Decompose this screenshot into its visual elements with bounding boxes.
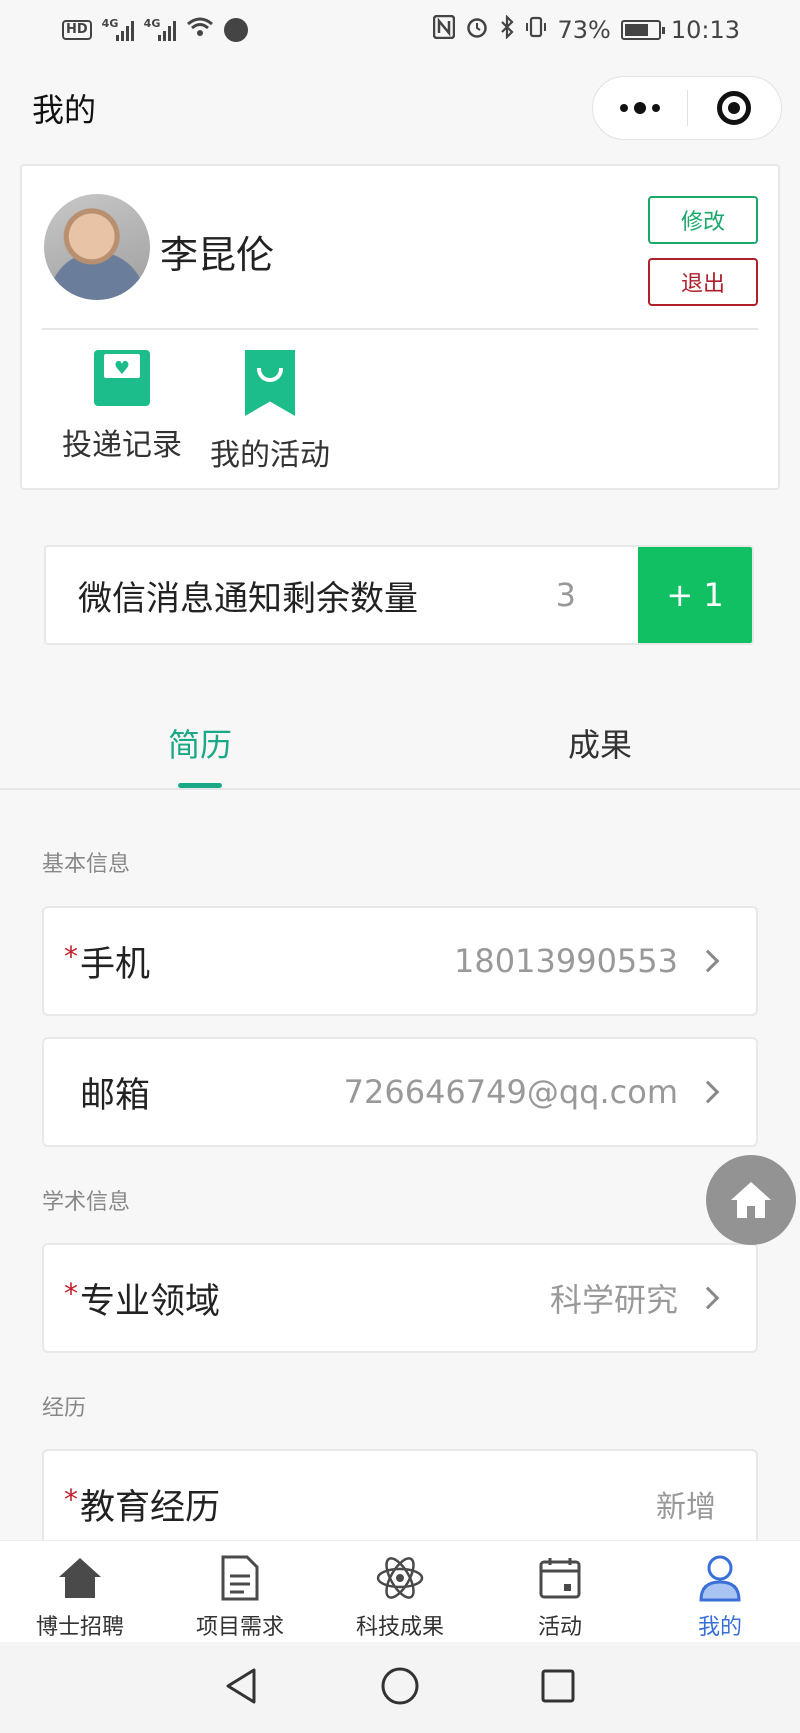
tabbar-label: 科技成果: [355, 1615, 444, 1640]
section-title-experience: 经历: [42, 1396, 87, 1421]
page-title: 我的: [32, 91, 97, 129]
shortcut-delivery-records[interactable]: ♥ 投递记录: [62, 350, 182, 464]
chevron-right-icon: [696, 949, 720, 973]
bluetooth-icon: [499, 14, 515, 45]
more-button[interactable]: [593, 77, 687, 139]
mail-heart-icon: ♥: [94, 350, 150, 406]
field-label: 手机: [80, 944, 151, 985]
wechat-notify-row: 微信消息通知剩余数量 3 + 1: [44, 545, 754, 645]
vibrate-icon: [525, 15, 547, 45]
bottom-tabbar: 博士招聘 项目需求 科技成果 活动 我的: [0, 1540, 800, 1642]
content-tabs: 简历 成果: [0, 690, 800, 790]
required-mark: *: [64, 1277, 78, 1310]
chevron-right-icon: [696, 1286, 720, 1310]
field-label: 邮箱: [80, 1075, 151, 1116]
home-circle-icon[interactable]: [380, 1666, 420, 1710]
signal-icon: 4G: [101, 17, 134, 41]
field-phone[interactable]: * 手机 18013990553: [42, 906, 758, 1016]
tabbar-label: 我的: [697, 1615, 742, 1640]
user-icon: [695, 1553, 745, 1603]
battery-icon: [620, 20, 665, 40]
tabbar-label: 项目需求: [195, 1615, 284, 1640]
logout-button[interactable]: 退出: [648, 258, 758, 306]
recents-icon[interactable]: [540, 1668, 576, 1708]
tabbar-item-mine[interactable]: 我的: [640, 1541, 800, 1642]
tabbar-item-projects[interactable]: 项目需求: [160, 1541, 320, 1642]
tab-achievements[interactable]: 成果: [400, 690, 800, 788]
edit-button[interactable]: 修改: [648, 196, 758, 244]
field-major[interactable]: * 专业领域 科学研究: [42, 1243, 758, 1353]
hd-indicator: HD: [62, 20, 92, 40]
location-icon: [223, 18, 248, 42]
section-title-basic: 基本信息: [42, 852, 131, 877]
chevron-right-icon: [696, 1080, 720, 1104]
atom-icon: [375, 1553, 425, 1603]
tabbar-label: 博士招聘: [35, 1615, 124, 1640]
required-mark: *: [64, 940, 78, 973]
bookmark-smile-icon: [245, 350, 295, 416]
required-mark: *: [64, 1483, 78, 1516]
nfc-icon: [433, 14, 456, 45]
field-value: 科学研究: [549, 1281, 678, 1319]
field-email[interactable]: 邮箱 726646749@qq.com: [42, 1037, 758, 1147]
field-label: 专业领域: [80, 1281, 221, 1322]
field-value: 726646749@qq.com: [343, 1073, 678, 1111]
user-name: 李昆伦: [160, 233, 275, 277]
field-value: 18013990553: [454, 942, 678, 980]
tab-resume[interactable]: 简历: [0, 690, 400, 788]
add-education-button[interactable]: 新增: [656, 1482, 716, 1526]
shortcut-my-activities[interactable]: 我的活动: [210, 350, 330, 474]
clock: 10:13: [670, 16, 740, 44]
status-bar: HD 4G 4G 73% 10:13: [0, 0, 800, 60]
calendar-icon: [535, 1553, 585, 1603]
shortcut-label: 投递记录: [62, 428, 182, 463]
system-navbar: [0, 1642, 800, 1733]
network-type-label-2: 4G: [143, 17, 161, 30]
network-type-label: 4G: [101, 17, 119, 30]
add-notify-button[interactable]: + 1: [638, 547, 752, 643]
home-icon: [55, 1553, 105, 1603]
card-divider: [42, 328, 758, 330]
home-icon: [731, 1182, 771, 1218]
mini-program-capsule: [592, 76, 782, 140]
document-icon: [215, 1553, 265, 1603]
header: 我的: [0, 60, 800, 156]
tabbar-label: 活动: [537, 1615, 582, 1640]
shortcut-label: 我的活动: [210, 438, 330, 473]
status-left: HD 4G 4G: [62, 16, 248, 44]
battery-percent: 73%: [557, 16, 611, 44]
section-title-academic: 学术信息: [42, 1190, 131, 1215]
notify-label: 微信消息通知剩余数量: [78, 578, 418, 619]
avatar[interactable]: [44, 194, 150, 300]
tabbar-item-phd-recruit[interactable]: 博士招聘: [0, 1541, 160, 1642]
profile-card: 李昆伦 修改 退出 ♥ 投递记录 我的活动: [20, 164, 780, 490]
notify-count: 3: [555, 576, 576, 614]
more-dots-icon: [619, 102, 660, 114]
close-miniprogram-button[interactable]: [688, 77, 782, 139]
tabbar-item-activities[interactable]: 活动: [480, 1541, 640, 1642]
target-icon: [717, 91, 752, 125]
tabbar-item-tech-results[interactable]: 科技成果: [320, 1541, 480, 1642]
signal-icon-2: 4G: [143, 17, 176, 41]
floating-home-button[interactable]: [706, 1155, 796, 1245]
field-label: 教育经历: [80, 1487, 221, 1528]
status-right: 73% 10:13: [433, 14, 740, 45]
back-icon[interactable]: [224, 1666, 260, 1710]
wifi-icon: [186, 16, 214, 44]
alarm-icon: [465, 15, 489, 45]
